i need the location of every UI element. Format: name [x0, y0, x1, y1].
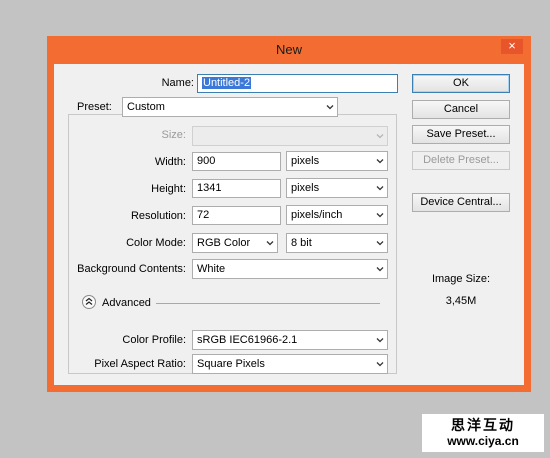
- collapse-chevron-icon: [85, 297, 93, 305]
- chevron-down-icon: [326, 105, 334, 110]
- height-input[interactable]: 1341: [192, 179, 281, 198]
- advanced-divider: [156, 303, 380, 304]
- watermark-url: www.ciya.cn: [447, 434, 519, 448]
- preset-label: Preset:: [74, 100, 115, 114]
- background-contents-value: White: [197, 263, 226, 275]
- pixel-aspect-ratio-value: Square Pixels: [197, 358, 265, 370]
- image-size-value: 3,45M: [445, 295, 477, 307]
- chevron-down-icon: [376, 213, 384, 218]
- resolution-label: Resolution:: [130, 210, 186, 222]
- new-document-dialog: New × Name: Untitled-2 Preset: Custom Si…: [47, 36, 531, 392]
- width-label: Width:: [154, 156, 186, 168]
- name-input[interactable]: Untitled-2: [197, 74, 398, 93]
- chevron-down-icon: [376, 241, 384, 246]
- width-input[interactable]: 900: [192, 152, 281, 171]
- pixel-aspect-ratio-label: Pixel Aspect Ratio:: [94, 358, 186, 370]
- dialog-title: New: [275, 42, 302, 57]
- color-profile-value: sRGB IEC61966-2.1: [197, 334, 298, 346]
- background-contents-label: Background Contents:: [77, 263, 186, 275]
- chevron-down-icon: [376, 134, 384, 139]
- height-label: Height:: [151, 183, 186, 195]
- height-unit-select[interactable]: pixels: [286, 178, 388, 198]
- pixel-aspect-ratio-select[interactable]: Square Pixels: [192, 354, 388, 374]
- close-button[interactable]: ×: [501, 39, 523, 54]
- color-mode-select[interactable]: RGB Color: [192, 233, 278, 253]
- delete-preset-button: Delete Preset...: [412, 151, 510, 170]
- resolution-unit-value: pixels/inch: [291, 209, 343, 221]
- width-unit-value: pixels: [291, 155, 320, 167]
- color-profile-select[interactable]: sRGB IEC61966-2.1: [192, 330, 388, 350]
- save-preset-button[interactable]: Save Preset...: [412, 125, 510, 144]
- bit-depth-select[interactable]: 8 bit: [286, 233, 388, 253]
- resolution-unit-select[interactable]: pixels/inch: [286, 205, 388, 225]
- chevron-down-icon: [376, 362, 384, 367]
- chevron-down-icon: [266, 241, 274, 246]
- chevron-down-icon: [376, 186, 384, 191]
- ok-button[interactable]: OK: [412, 74, 510, 93]
- dialog-body: Name: Untitled-2 Preset: Custom Size: Wi…: [54, 64, 524, 385]
- chevron-down-icon: [376, 159, 384, 164]
- preset-select[interactable]: Custom: [122, 97, 338, 117]
- bit-depth-value: 8 bit: [291, 237, 312, 249]
- cancel-button[interactable]: Cancel: [412, 100, 510, 119]
- chevron-down-icon: [376, 267, 384, 272]
- close-icon: ×: [508, 38, 516, 53]
- name-input-value: Untitled-2: [202, 77, 252, 89]
- resolution-input[interactable]: 72: [192, 206, 281, 225]
- size-label: Size:: [161, 129, 186, 141]
- name-label: Name:: [161, 77, 194, 89]
- background-contents-select[interactable]: White: [192, 259, 388, 279]
- watermark: 思洋互动 www.ciya.cn: [422, 414, 544, 452]
- color-profile-label: Color Profile:: [122, 334, 186, 346]
- advanced-label: Advanced: [102, 297, 151, 309]
- size-select: [192, 126, 388, 146]
- color-mode-label: Color Mode:: [126, 237, 186, 249]
- height-unit-value: pixels: [291, 182, 320, 194]
- advanced-toggle[interactable]: [82, 295, 96, 309]
- device-central-button[interactable]: Device Central...: [412, 193, 510, 212]
- image-size-label: Image Size:: [431, 273, 491, 285]
- watermark-title: 思洋互动: [451, 418, 515, 434]
- chevron-down-icon: [376, 338, 384, 343]
- width-unit-select[interactable]: pixels: [286, 151, 388, 171]
- preset-select-value: Custom: [127, 101, 165, 113]
- color-mode-value: RGB Color: [197, 237, 251, 249]
